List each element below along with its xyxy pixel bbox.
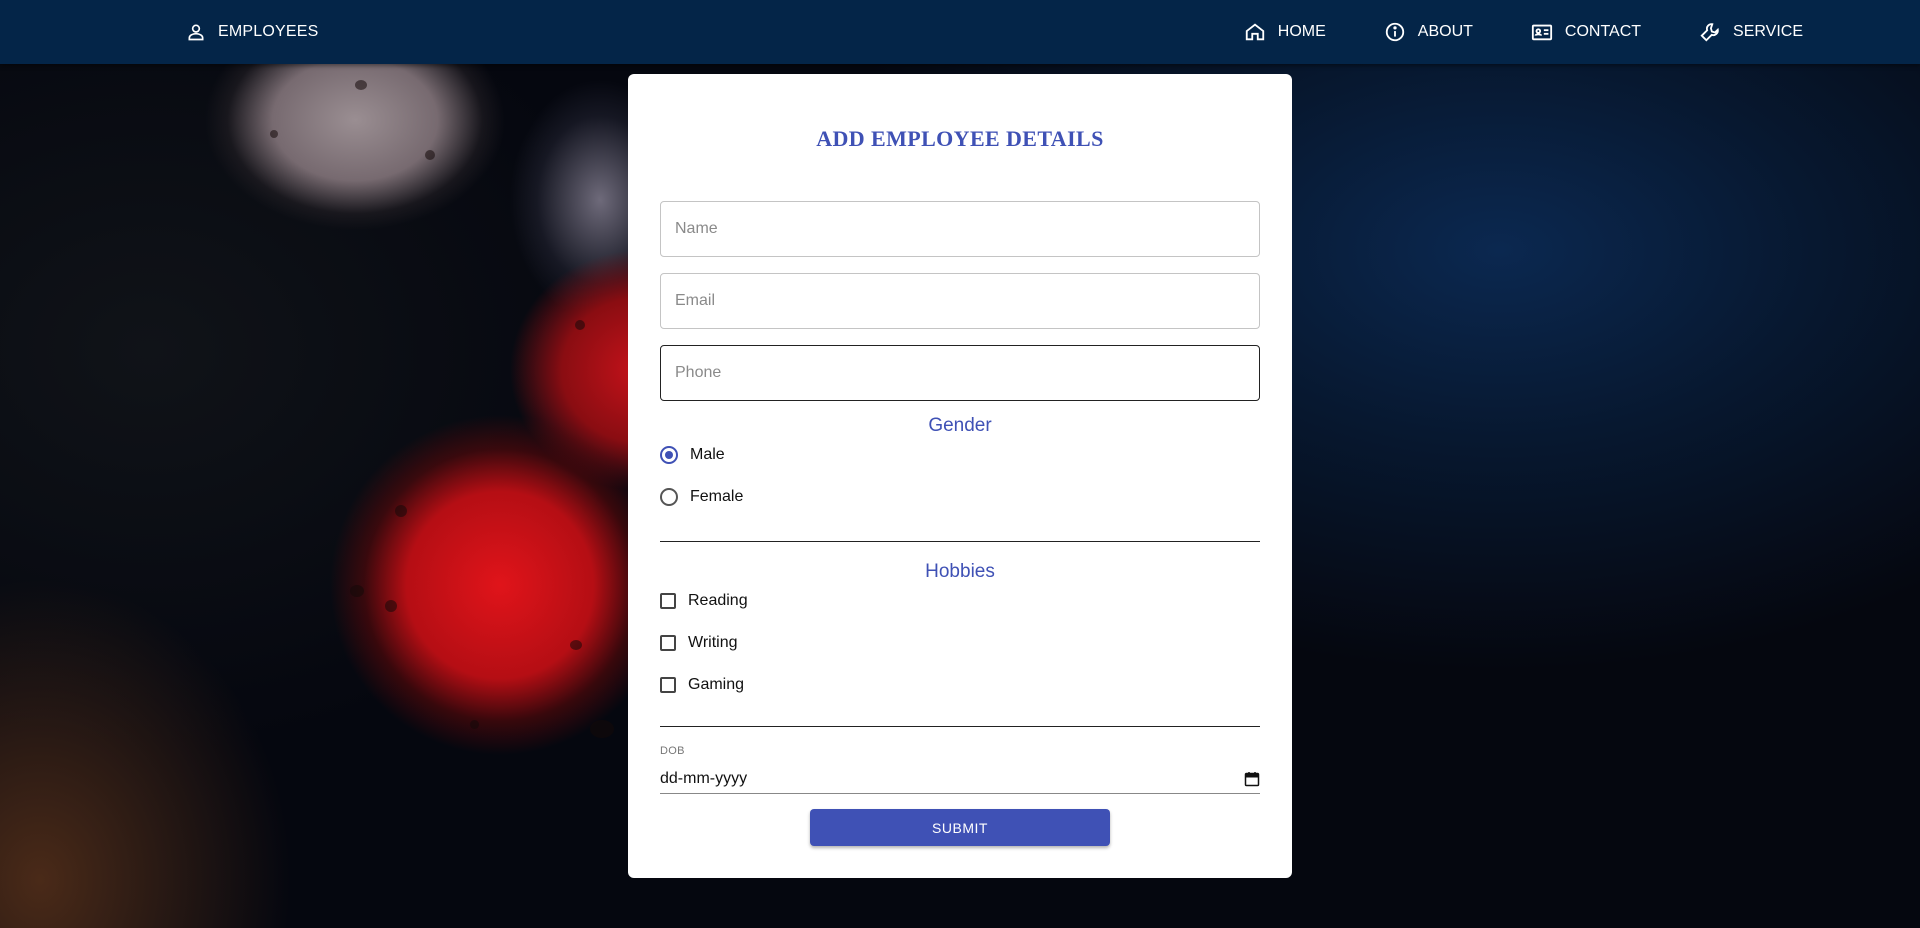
wrench-icon — [1700, 23, 1719, 42]
nav-about-label: ABOUT — [1417, 23, 1473, 40]
contact-card-icon — [1531, 24, 1552, 41]
dob-label: DOB — [660, 745, 685, 757]
hobby-reading-label: Reading — [688, 592, 748, 609]
gender-female-label: Female — [690, 488, 744, 505]
name-input[interactable] — [660, 201, 1260, 257]
hobby-writing-label: Writing — [688, 634, 738, 651]
employee-form-card — [628, 74, 1292, 878]
checkbox-icon[interactable] — [660, 677, 676, 693]
hobby-option-writing[interactable]: Writing — [660, 634, 738, 652]
brand-employees[interactable]: EMPLOYEES — [186, 0, 319, 64]
person-icon — [188, 24, 204, 41]
hobbies-divider — [660, 726, 1260, 727]
dob-input[interactable]: dd-mm-yyyy — [660, 764, 1260, 794]
nav-service-label: SERVICE — [1733, 23, 1803, 40]
form-title: ADD EMPLOYEE DETAILS — [816, 126, 1104, 151]
hobby-option-gaming[interactable]: Gaming — [660, 676, 744, 694]
checkbox-icon[interactable] — [660, 635, 676, 651]
hobby-gaming-label: Gaming — [688, 676, 745, 693]
nav-about[interactable]: ABOUT — [1384, 21, 1473, 43]
nav-contact-label: CONTACT — [1564, 23, 1642, 40]
top-navbar: EMPLOYEES HOME ABOUT CONTACT SERVICE — [0, 0, 1920, 64]
brand-label: EMPLOYEES — [218, 23, 319, 40]
gender-label: Gender — [928, 415, 992, 436]
radio-unchecked-icon[interactable] — [660, 488, 678, 506]
home-icon — [1245, 23, 1264, 41]
nav-service[interactable]: SERVICE — [1699, 21, 1803, 43]
nav-home[interactable]: HOME — [1244, 21, 1326, 43]
nav-links: HOME ABOUT CONTACT SERVICE — [1186, 0, 1803, 64]
checkbox-icon[interactable] — [660, 593, 676, 609]
nav-contact[interactable]: CONTACT — [1531, 21, 1641, 43]
info-icon — [1385, 22, 1404, 42]
nav-home-label: HOME — [1277, 23, 1326, 40]
gender-option-female[interactable]: Female — [660, 488, 743, 506]
hobbies-label: Hobbies — [925, 561, 995, 582]
phone-input[interactable] — [660, 345, 1260, 401]
gender-option-male[interactable]: Male — [660, 446, 725, 464]
email-input[interactable] — [660, 273, 1260, 329]
gender-male-label: Male — [690, 446, 725, 463]
gender-divider — [660, 541, 1260, 542]
radio-checked-icon[interactable] — [660, 446, 678, 464]
submit-button[interactable]: SUBMIT — [810, 809, 1110, 846]
hobby-option-reading[interactable]: Reading — [660, 592, 748, 610]
dob-value: dd-mm-yyyy — [660, 769, 748, 787]
calendar-icon[interactable] — [1244, 771, 1260, 787]
